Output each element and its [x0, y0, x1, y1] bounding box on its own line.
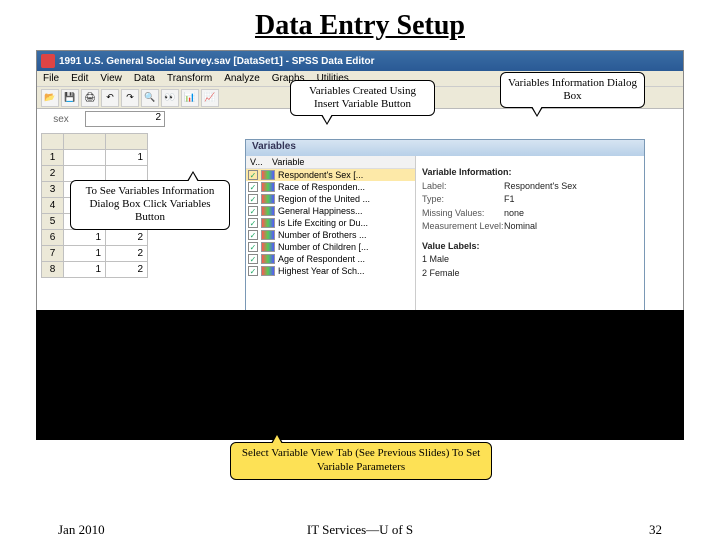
list-item: ✓General Happiness...: [246, 205, 415, 217]
toolbar-find-icon[interactable]: 🔍: [141, 89, 159, 107]
scale-icon: [261, 266, 275, 276]
checkbox-icon[interactable]: ✓: [248, 206, 258, 216]
menu-data[interactable]: Data: [134, 73, 155, 84]
table-row: 812: [42, 262, 148, 278]
scale-icon: [261, 206, 275, 216]
scale-icon: [261, 182, 275, 192]
footer-center: IT Services—U of S: [0, 522, 720, 538]
variable-info-pane: Variable Information: Label:Respondent's…: [416, 156, 644, 336]
list-item: ✓Age of Respondent ...: [246, 253, 415, 265]
titlebar: 1991 U.S. General Social Survey.sav [Dat…: [37, 51, 683, 71]
checkbox-icon[interactable]: ✓: [248, 194, 258, 204]
scale-icon: [261, 194, 275, 204]
scale-icon: [261, 230, 275, 240]
callout-click-variables-button: To See Variables Information Dialog Box …: [70, 180, 230, 230]
list-item: ✓Race of Responden...: [246, 181, 415, 193]
menu-file[interactable]: File: [43, 73, 59, 84]
value-labels-header: Value Labels:: [422, 240, 638, 254]
toolbar-redo-icon[interactable]: ↷: [121, 89, 139, 107]
scale-icon: [261, 254, 275, 264]
redaction-overlay: [36, 310, 684, 440]
col-header-variable: Variable: [272, 157, 304, 167]
checkbox-icon[interactable]: ✓: [248, 242, 258, 252]
cell-reference: sex 2: [41, 111, 165, 127]
list-item: ✓Number of Children [...: [246, 241, 415, 253]
value-label: 2 Female: [422, 267, 638, 281]
menu-analyze[interactable]: Analyze: [224, 73, 260, 84]
menu-view[interactable]: View: [100, 73, 122, 84]
toolbar-insert-variable-icon[interactable]: 📊: [181, 89, 199, 107]
app-icon: [41, 54, 55, 68]
col-header-visible: V...: [250, 157, 272, 167]
menu-transform[interactable]: Transform: [167, 73, 212, 84]
toolbar-chart-icon[interactable]: 📈: [201, 89, 219, 107]
list-item: ✓Is Life Exciting or Du...: [246, 217, 415, 229]
toolbar-open-icon[interactable]: 📂: [41, 89, 59, 107]
toolbar-print-icon[interactable]: 🖨: [81, 89, 99, 107]
list-item: ✓Respondent's Sex [...: [246, 169, 415, 181]
callout-variables-info-box: Variables Information Dialog Box: [500, 72, 645, 108]
toolbar-save-icon[interactable]: 💾: [61, 89, 79, 107]
callout-variables-created: Variables Created Using Insert Variable …: [290, 80, 435, 116]
list-item: ✓Highest Year of Sch...: [246, 265, 415, 277]
checkbox-icon[interactable]: ✓: [248, 170, 258, 180]
scale-icon: [261, 242, 275, 252]
checkbox-icon[interactable]: ✓: [248, 254, 258, 264]
checkbox-icon[interactable]: ✓: [248, 218, 258, 228]
list-item: ✓Number of Brothers ...: [246, 229, 415, 241]
list-item: ✓Region of the United ...: [246, 193, 415, 205]
info-header: Variable Information:: [422, 166, 638, 180]
callout-variable-view-tab: Select Variable View Tab (See Previous S…: [230, 442, 492, 480]
slide-footer: Jan 2010 IT Services—U of S 32: [0, 522, 720, 538]
checkbox-icon[interactable]: ✓: [248, 182, 258, 192]
value-label: 1 Male: [422, 253, 638, 267]
variables-list[interactable]: V...Variable ✓Respondent's Sex [... ✓Rac…: [246, 156, 416, 336]
scale-icon: [261, 170, 275, 180]
active-var-label: sex: [41, 114, 81, 125]
checkbox-icon[interactable]: ✓: [248, 266, 258, 276]
table-row: 612: [42, 230, 148, 246]
table-row: 11: [42, 150, 148, 166]
toolbar-binoculars-icon[interactable]: 👀: [161, 89, 179, 107]
window-title: 1991 U.S. General Social Survey.sav [Dat…: [59, 56, 679, 67]
menu-edit[interactable]: Edit: [71, 73, 88, 84]
slide-title: Data Entry Setup: [0, 10, 720, 42]
toolbar-undo-icon[interactable]: ↶: [101, 89, 119, 107]
scale-icon: [261, 218, 275, 228]
active-cell-value[interactable]: 2: [85, 111, 165, 127]
table-row: 712: [42, 246, 148, 262]
dialog-title: Variables: [246, 140, 644, 156]
checkbox-icon[interactable]: ✓: [248, 230, 258, 240]
